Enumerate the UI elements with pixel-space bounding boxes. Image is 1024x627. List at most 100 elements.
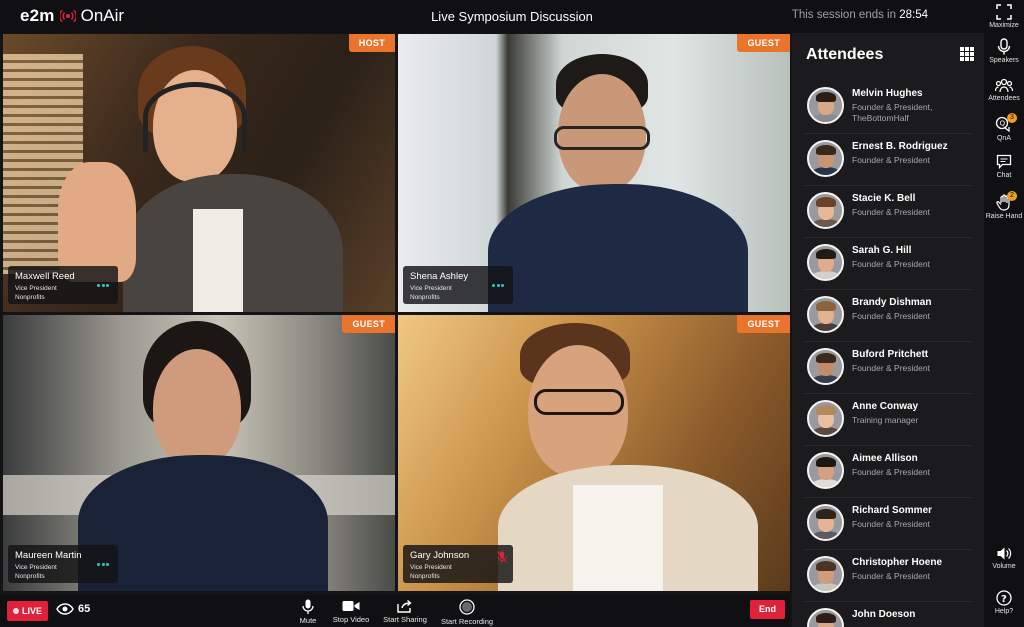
avatar: [807, 192, 844, 229]
attendee-row[interactable]: John Doeson: [804, 602, 972, 627]
speakers-button[interactable]: Speakers: [984, 38, 1024, 64]
mute-label: Mute: [299, 616, 317, 625]
volume-button[interactable]: Volume: [984, 546, 1024, 570]
avatar: [807, 400, 844, 437]
participant-org: Nonprofits: [15, 573, 45, 580]
svg-text:Q: Q: [1000, 120, 1006, 128]
headset-icon: [143, 82, 247, 152]
start-recording-button[interactable]: Start Recording: [438, 599, 496, 626]
speaking-indicator-icon: [97, 553, 111, 566]
top-bar: e2m OnAir Live Symposium Discussion This…: [0, 0, 984, 33]
microphone-icon: [997, 38, 1011, 55]
raise-hand-badge: 2: [1007, 191, 1017, 201]
microphone-icon: [302, 599, 314, 614]
start-sharing-button[interactable]: Start Sharing: [380, 599, 430, 624]
video-tile-guest[interactable]: GUEST Maureen Martin Vice President Nonp…: [3, 315, 395, 591]
guest-tag: GUEST: [342, 315, 395, 333]
attendee-role: Founder & President: [852, 311, 930, 321]
help-icon: ?: [996, 590, 1012, 606]
svg-text:?: ?: [1001, 594, 1007, 605]
attendee-row[interactable]: Buford Pritchett Founder & President: [804, 342, 972, 394]
help-label: Help?: [994, 608, 1014, 615]
attendee-name: Stacie K. Bell: [852, 193, 916, 204]
glasses-icon: [534, 389, 624, 415]
attendee-name: Sarah G. Hill: [852, 245, 912, 256]
attendee-role: Founder & President, TheBottomHalf: [852, 102, 933, 123]
avatar: [807, 140, 844, 177]
attendee-role: Founder & President: [852, 155, 930, 165]
attendee-name: Melvin Hughes: [852, 88, 923, 99]
right-rail: Maximize Speakers Attendees Q 3 QnA Chat: [984, 0, 1024, 627]
viewer-count-value: 65: [78, 603, 91, 615]
participant-nametag: Gary Johnson Vice President Nonprofits: [403, 545, 513, 583]
session-countdown: This session ends in 28:54: [792, 9, 928, 21]
participant-org: Nonprofits: [15, 294, 45, 301]
share-screen-icon: [397, 599, 412, 613]
attendee-role: Training manager: [852, 415, 919, 425]
participant-org: Nonprofits: [410, 573, 440, 580]
chat-button[interactable]: Chat: [984, 154, 1024, 179]
attendee-row[interactable]: Brandy Dishman Founder & President: [804, 290, 972, 342]
end-session-button[interactable]: End: [750, 600, 785, 619]
participant-name: Gary Johnson: [410, 550, 470, 561]
speaking-indicator-icon: [97, 274, 111, 287]
qna-label: QnA: [996, 135, 1011, 142]
attendee-name: Anne Conway: [852, 401, 919, 412]
video-tile-guest[interactable]: GUEST Gary Johnson Vice President Nonpro…: [398, 315, 790, 591]
qna-button[interactable]: Q 3 QnA: [984, 113, 1024, 142]
stop-video-button[interactable]: Stop Video: [328, 599, 374, 624]
start-recording-label: Start Recording: [440, 617, 494, 626]
guest-tag: GUEST: [737, 34, 790, 52]
attendee-row[interactable]: Christopher Hoene Founder & President: [804, 550, 972, 602]
avatar: [807, 87, 844, 124]
record-icon: [459, 599, 475, 615]
attendee-row[interactable]: Richard Sommer Founder & President: [804, 498, 972, 550]
help-button[interactable]: ? Help?: [984, 590, 1024, 615]
eye-icon: [56, 603, 74, 615]
attendee-name: John Doeson: [852, 609, 916, 620]
attendee-role: Founder & President: [852, 467, 930, 477]
volume-icon: [997, 547, 1012, 560]
attendee-name: Aimee Allison: [852, 453, 918, 464]
avatar: [807, 296, 844, 333]
grid-view-icon[interactable]: [960, 47, 974, 61]
mic-muted-icon: [497, 551, 507, 563]
mute-button[interactable]: Mute: [294, 599, 322, 625]
raise-hand-button[interactable]: 2 Raise Hand: [984, 191, 1024, 220]
maximize-icon: [996, 4, 1012, 20]
attendees-button[interactable]: Attendees: [984, 78, 1024, 102]
host-tag: HOST: [348, 34, 395, 52]
stop-video-label: Stop Video: [332, 615, 370, 624]
participant-nametag: Maureen Martin Vice President Nonprofits: [8, 545, 118, 583]
avatar: [807, 608, 844, 627]
attendee-name: Richard Sommer: [852, 505, 933, 516]
attendee-row[interactable]: Melvin Hughes Founder & President, TheBot…: [804, 81, 972, 134]
attendees-panel: Attendees Melvin Hughes Founder & Preside…: [792, 33, 984, 627]
attendee-role: Founder & President: [852, 207, 930, 217]
video-tile-guest[interactable]: GUEST Shena Ashley Vice President Nonpro…: [398, 34, 790, 312]
attendee-row[interactable]: Ernest B. Rodriguez Founder & President: [804, 134, 972, 186]
attendee-name: Buford Pritchett: [852, 349, 929, 360]
live-indicator-button[interactable]: LIVE: [7, 601, 48, 621]
avatar: [807, 556, 844, 593]
avatar: [807, 244, 844, 281]
guest-tag: GUEST: [737, 315, 790, 333]
video-tile-host[interactable]: HOST Maxwell Reed Vice President Nonprof…: [3, 34, 395, 312]
attendee-name: Ernest B. Rodriguez: [852, 141, 948, 152]
volume-label: Volume: [992, 563, 1016, 570]
speaking-indicator-icon: [492, 274, 506, 287]
attendee-row[interactable]: Aimee Allison Founder & President: [804, 446, 972, 498]
participant-role: Vice President Nonprofits: [410, 563, 506, 581]
attendee-list: Melvin Hughes Founder & President, TheBot…: [804, 81, 972, 627]
attendee-row[interactable]: Stacie K. Bell Founder & President: [804, 186, 972, 238]
attendee-row[interactable]: Sarah G. Hill Founder & President: [804, 238, 972, 290]
qna-badge: 3: [1007, 113, 1017, 123]
chat-label: Chat: [996, 172, 1012, 179]
attendees-title: Attendees: [806, 46, 884, 63]
attendee-row[interactable]: Anne Conway Training manager: [804, 394, 972, 446]
glasses-icon: [554, 126, 650, 150]
attendee-name: Christopher Hoene: [852, 557, 943, 568]
session-ends-label: This session ends in: [791, 9, 897, 21]
maximize-label: Maximize: [989, 22, 1019, 29]
maximize-button[interactable]: Maximize: [984, 4, 1024, 29]
